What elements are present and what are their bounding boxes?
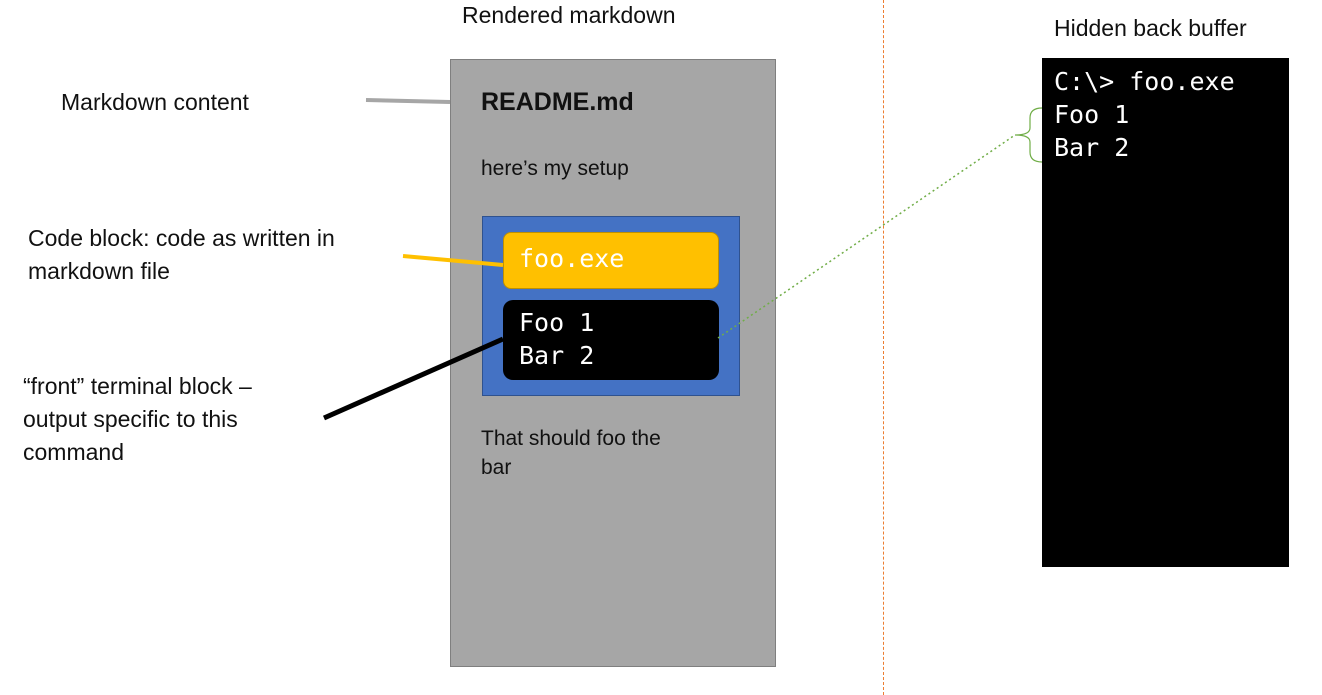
hidden-back-buffer-heading: Hidden back buffer xyxy=(1054,15,1247,41)
output-bracket xyxy=(1014,107,1043,163)
hidden-back-buffer: C:\> foo.exe Foo 1 Bar 2 xyxy=(1042,58,1289,567)
front-terminal-annotation-line: command xyxy=(23,439,124,465)
back-buffer-line: Bar 2 xyxy=(1054,133,1130,162)
back-buffer-line: Foo 1 xyxy=(1054,100,1130,129)
front-terminal-annotation-line: output specific to this xyxy=(23,406,238,432)
code-text: foo.exe xyxy=(519,244,625,273)
closing-text-line: That should foo the xyxy=(481,427,661,450)
code-block: foo.exe xyxy=(503,232,719,289)
intro-text: here’s my setup xyxy=(481,157,629,180)
code-block-annotation-line: Code block: code as written in xyxy=(28,225,335,251)
closing-text: That should foo the bar xyxy=(481,424,696,482)
section-divider xyxy=(883,0,884,695)
code-container: foo.exe Foo 1 Bar 2 xyxy=(482,216,740,396)
code-block-annotation: Code block: code as written in markdown … xyxy=(28,222,335,288)
markdown-content-connector xyxy=(365,98,451,104)
closing-text-line: bar xyxy=(481,456,512,479)
code-block-annotation-line: markdown file xyxy=(28,258,170,284)
rendered-markdown-panel: README.md here’s my setup foo.exe Foo 1 … xyxy=(450,59,776,667)
readme-title: README.md xyxy=(481,88,634,116)
rendered-markdown-heading: Rendered markdown xyxy=(462,2,676,28)
terminal-output-line: Bar 2 xyxy=(519,341,595,370)
back-buffer-line: C:\> foo.exe xyxy=(1054,67,1235,96)
front-terminal-block: Foo 1 Bar 2 xyxy=(503,300,719,380)
front-terminal-annotation: “front” terminal block – output specific… xyxy=(23,370,252,469)
front-terminal-annotation-line: “front” terminal block – xyxy=(23,373,252,399)
terminal-output-line: Foo 1 xyxy=(519,308,595,337)
markdown-content-annotation: Markdown content xyxy=(61,89,249,115)
